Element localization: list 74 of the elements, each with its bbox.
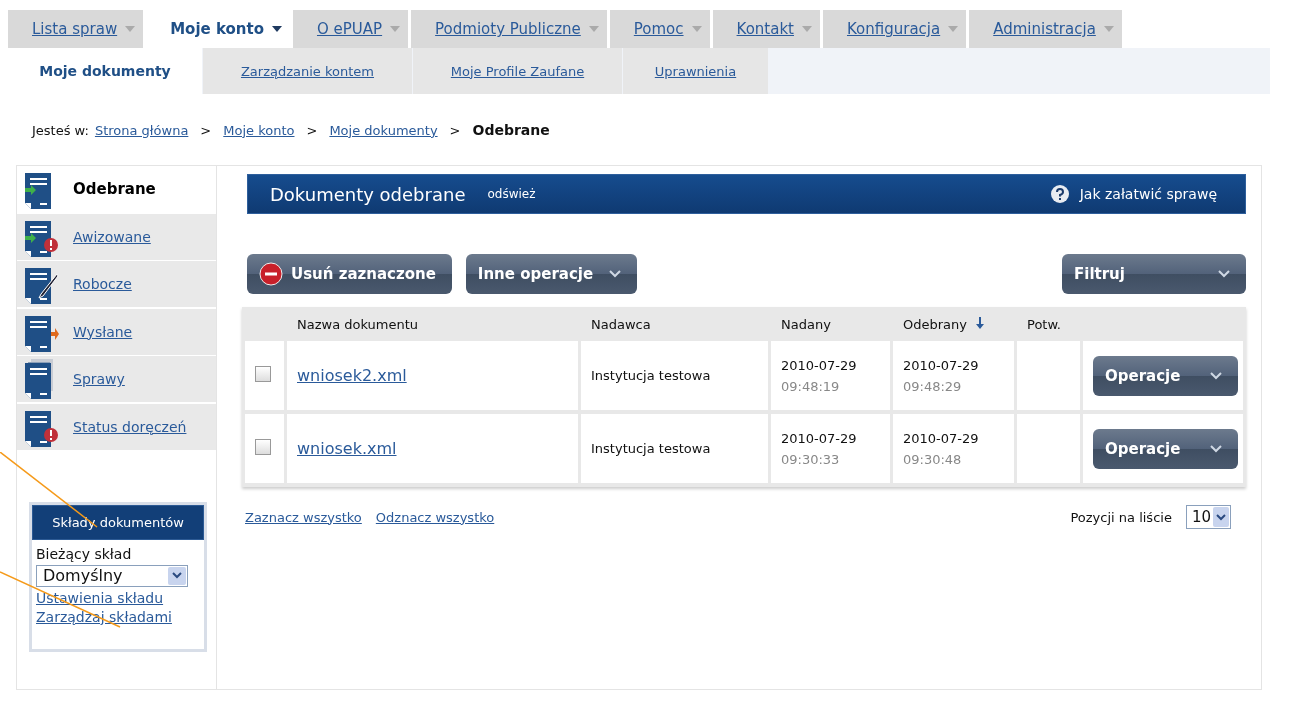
sender-cell: Instytucja testowa <box>591 368 711 383</box>
menu-tab[interactable]: O ePUAP <box>292 10 409 48</box>
document-link[interactable]: wniosek.xml <box>297 439 397 458</box>
breadcrumb-link[interactable]: Strona główna <box>94 122 189 138</box>
caret-icon <box>271 26 282 32</box>
breadcrumb-separator: > <box>200 122 212 138</box>
date-text: 2010-07-29 <box>903 357 980 373</box>
refresh-link[interactable]: odśwież <box>487 187 536 201</box>
more-operations-button[interactable]: Inne operacje <box>465 254 638 294</box>
dropdown-icon <box>1213 507 1229 527</box>
sidebar-item[interactable]: Wysłane <box>17 308 216 355</box>
submenu-tab[interactable]: Uprawnienia <box>623 48 768 94</box>
document-link[interactable]: wniosek2.xml <box>297 366 407 385</box>
filter-button[interactable]: Filtruj <box>1062 254 1246 294</box>
menu-tab[interactable]: Podmioty Publiczne <box>411 10 607 48</box>
submenu-tab[interactable]: Moje Profile Zaufane <box>413 48 622 94</box>
help-link[interactable]: Jak załatwić sprawę <box>1079 186 1217 202</box>
menu-tab[interactable]: Lista spraw <box>8 10 144 48</box>
chevron-icon <box>609 270 622 278</box>
operations-button[interactable]: Operacje <box>1093 355 1238 396</box>
column-header[interactable]: Nadawca <box>581 307 768 341</box>
date-text: 2010-07-29 <box>903 430 980 446</box>
submenu-tab[interactable]: Zarządzanie kontem <box>203 48 412 94</box>
row-checkbox[interactable] <box>255 366 271 382</box>
column-header[interactable]: Odebrany <box>893 307 1014 341</box>
help-icon <box>1049 184 1070 204</box>
chevron-icon <box>1210 444 1222 453</box>
breadcrumb-separator: > <box>306 122 318 138</box>
caret-icon <box>801 26 812 32</box>
menu-tab[interactable]: Administracja <box>969 10 1122 48</box>
caret-icon <box>948 26 959 32</box>
page-size-select[interactable]: 10 <box>1185 505 1231 529</box>
menu-tab[interactable]: Konfiguracja <box>822 10 967 48</box>
column-header[interactable]: Nadany <box>771 307 890 341</box>
sender-cell: Instytucja testowa <box>591 441 711 456</box>
dropdown-icon <box>168 566 186 585</box>
sidebar-item[interactable]: Awizowane <box>17 213 216 260</box>
breadcrumb-separator: > <box>449 122 461 138</box>
submenu-tab[interactable]: Moje dokumenty <box>8 48 202 94</box>
column-header[interactable]: Nazwa dokumentu <box>287 307 578 341</box>
column-header[interactable]: Potw. <box>1017 307 1080 341</box>
delete-button[interactable]: Usuń zaznaczone <box>247 254 452 294</box>
breadcrumb-label: Jesteś w: <box>32 122 89 138</box>
caret-icon <box>691 26 702 32</box>
sidebar-item[interactable]: Status doręczeń <box>17 403 216 450</box>
panel-link[interactable]: Zarządzaj składami <box>36 608 198 625</box>
storage-select[interactable]: Domyślny <box>36 564 188 587</box>
time-text: 09:30:48 <box>903 451 963 467</box>
date-text: 2010-07-29 <box>781 430 858 446</box>
chevron-icon <box>1218 270 1230 278</box>
sidebar-item[interactable]: Robocze <box>17 261 216 307</box>
chevron-icon <box>1210 371 1222 380</box>
caret-icon <box>588 26 599 32</box>
deselect-all-link[interactable]: Odznacz wszystko <box>375 509 495 525</box>
caret-icon <box>1103 26 1114 32</box>
breadcrumb-link[interactable]: Moje konto <box>223 122 295 138</box>
breadcrumb-link[interactable]: Moje dokumenty <box>329 122 438 138</box>
section-title: Dokumenty odebrane <box>270 183 466 205</box>
date-text: 2010-07-29 <box>781 357 858 373</box>
time-text: 09:48:29 <box>903 378 963 394</box>
page-size-label: Pozycji na liście <box>1070 509 1172 525</box>
operations-button[interactable]: Operacje <box>1093 428 1238 469</box>
breadcrumb-current: Odebrane <box>472 122 550 138</box>
field-label: Bieżący skład <box>36 545 133 562</box>
row-checkbox[interactable] <box>255 439 271 455</box>
menu-tab[interactable]: Kontakt <box>712 10 820 48</box>
menu-tab[interactable]: Pomoc <box>609 10 710 48</box>
sidebar-item[interactable]: Sprawy <box>17 356 216 402</box>
caret-icon <box>125 26 136 32</box>
time-text: 09:30:33 <box>781 451 841 467</box>
minus-icon <box>259 262 283 286</box>
time-text: 09:48:19 <box>781 378 841 394</box>
caret-icon <box>390 26 401 32</box>
select-all-link[interactable]: Zaznacz wszystko <box>245 509 362 525</box>
